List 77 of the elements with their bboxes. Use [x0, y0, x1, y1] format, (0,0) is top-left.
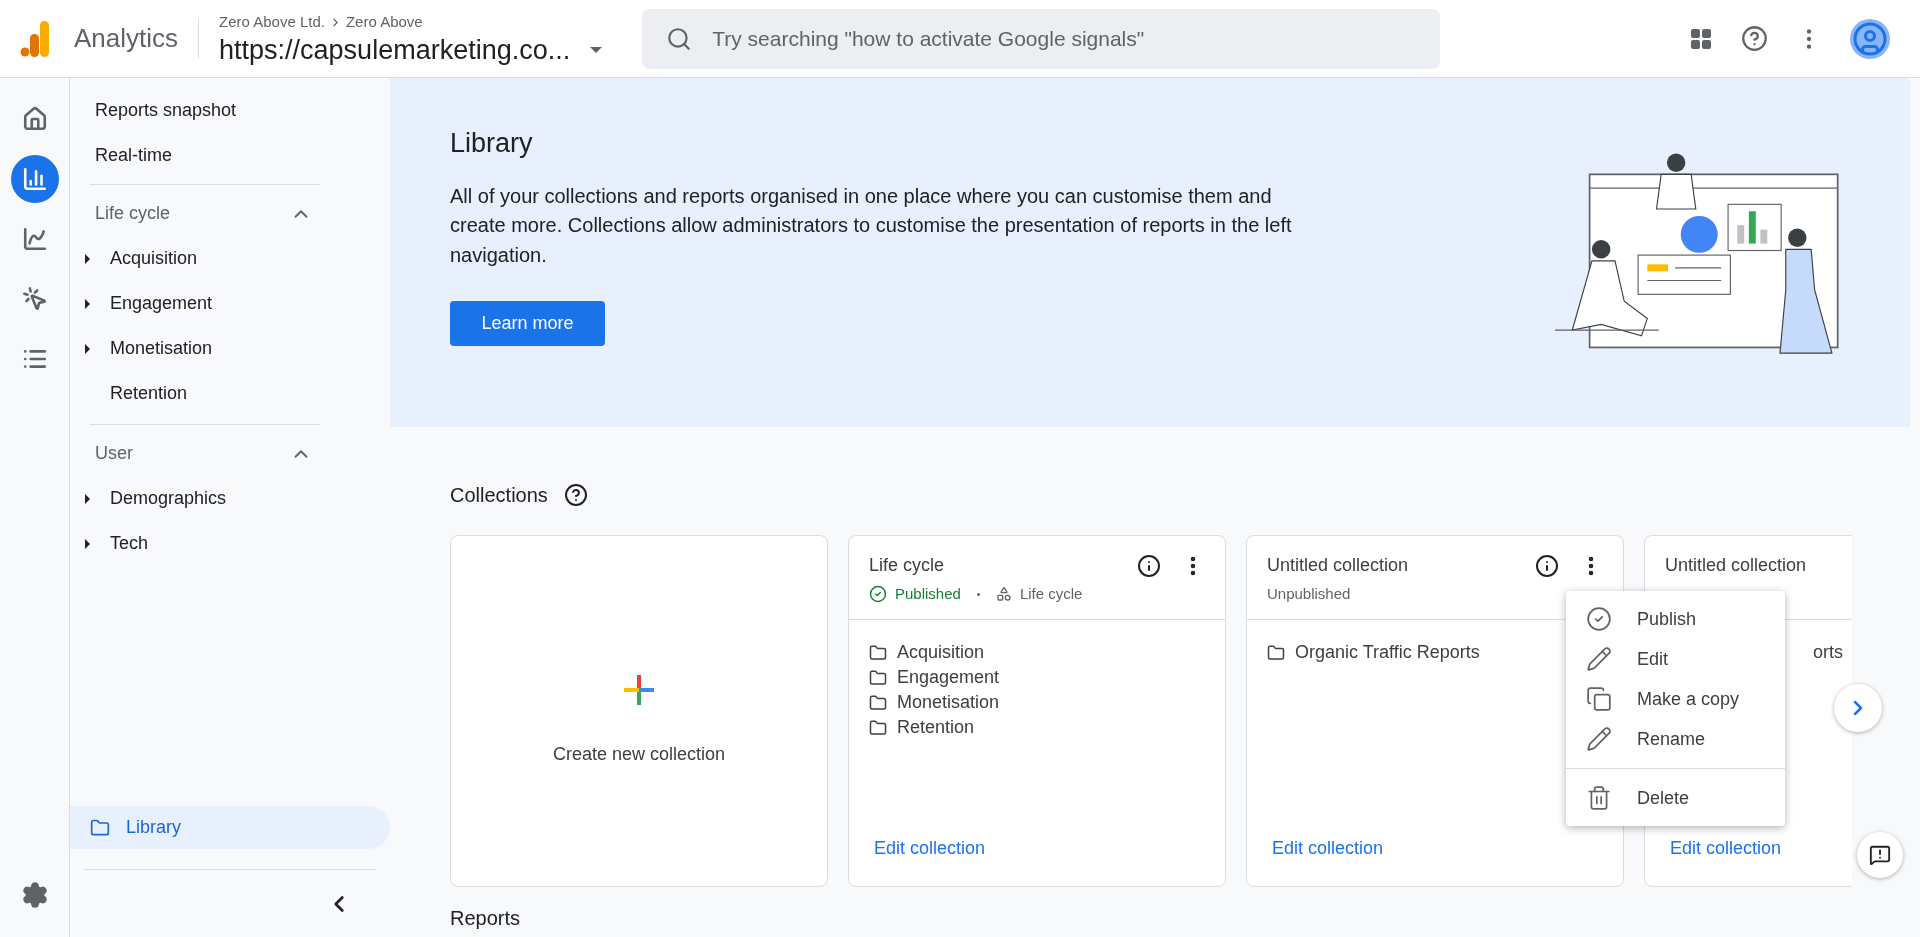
- menu-item[interactable]: Edit: [1566, 639, 1785, 679]
- report-name: Engagement: [897, 666, 1000, 689]
- account-name: Zero Above Ltd.: [219, 12, 325, 33]
- caret-icon: [84, 343, 92, 354]
- sidebar-item[interactable]: Monetisation: [84, 326, 320, 371]
- bar-chart-icon[interactable]: [10, 155, 59, 203]
- property-selector[interactable]: https://capsulemarketing.co...: [219, 33, 603, 66]
- analytics-logo-icon: [20, 20, 50, 57]
- settings-icon[interactable]: [20, 881, 49, 909]
- check-circle-icon: [1586, 606, 1612, 632]
- sidebar-item[interactable]: Engagement: [84, 281, 320, 326]
- section-header[interactable]: Life cycle: [90, 191, 320, 236]
- edit-collection-link[interactable]: Edit collection: [1272, 835, 1384, 862]
- library-nav-item[interactable]: Library: [70, 806, 390, 849]
- status-label: Unpublished: [1267, 584, 1351, 604]
- menu-item[interactable]: Make a copy: [1566, 679, 1785, 719]
- search-bar[interactable]: Try searching "how to activate Google signals": [642, 8, 1441, 69]
- report-name: orts: [1813, 641, 1843, 664]
- plus-icon: [624, 674, 654, 705]
- folder-icon: [1267, 643, 1285, 662]
- caret-icon: [84, 493, 92, 504]
- feedback-icon: [1869, 844, 1891, 866]
- property-name: Zero Above: [345, 12, 423, 33]
- section-title: Reports: [449, 906, 522, 931]
- app-name: Analytics: [74, 22, 179, 55]
- sidebar-item[interactable]: Retention: [84, 371, 320, 416]
- search-icon: [666, 25, 693, 52]
- avatar[interactable]: [1850, 18, 1890, 59]
- menu-item[interactable]: Rename: [1566, 719, 1785, 759]
- info-icon[interactable]: [1535, 554, 1559, 578]
- report-name: Retention: [897, 716, 975, 739]
- folder-icon: [869, 668, 887, 687]
- report-name: Acquisition: [897, 641, 985, 664]
- sidebar-item[interactable]: Real-time: [70, 133, 320, 178]
- sidebar-item[interactable]: Demographics: [84, 476, 320, 521]
- dropdown-caret-icon: [590, 46, 603, 53]
- pencil-icon: [1586, 646, 1612, 672]
- section-title: Collections: [450, 483, 548, 508]
- folder-icon: [869, 643, 887, 662]
- folder-icon: [90, 817, 110, 838]
- copy-icon: [1586, 686, 1612, 712]
- sidebar-item[interactable]: Tech: [84, 521, 320, 566]
- sidebar-item[interactable]: Acquisition: [84, 236, 320, 281]
- help-icon[interactable]: [1741, 25, 1768, 52]
- folder-icon: [869, 693, 887, 712]
- card-title: Untitled collection: [1665, 554, 1807, 577]
- template-icon: [995, 586, 1012, 603]
- dot-separator: [976, 592, 980, 596]
- card-title: Life cycle: [869, 554, 946, 577]
- learn-more-button[interactable]: Learn more: [450, 301, 605, 346]
- user-silhouette-icon: [1852, 20, 1888, 57]
- menu-item[interactable]: Delete: [1566, 778, 1785, 818]
- section-header[interactable]: User: [90, 431, 320, 476]
- card-title: Untitled collection: [1267, 554, 1409, 577]
- menu-item[interactable]: Publish: [1566, 599, 1785, 639]
- search-field[interactable]: Try searching "how to activate Google signals": [712, 22, 1417, 55]
- sidebar-item[interactable]: Reports snapshot: [70, 88, 320, 133]
- check-circle-icon: [869, 585, 887, 604]
- caret-icon: [84, 253, 92, 264]
- report-name: Organic Traffic Reports: [1295, 641, 1480, 664]
- feedback-button[interactable]: [1857, 832, 1903, 878]
- info-icon[interactable]: [1137, 554, 1161, 578]
- folder-icon: [869, 718, 887, 737]
- report-name: Monetisation: [897, 691, 1000, 714]
- banner-title: Library: [450, 127, 534, 160]
- template-label: Life cycle: [1019, 584, 1083, 604]
- edit-collection-link[interactable]: Edit collection: [1670, 835, 1782, 862]
- apps-grid-icon[interactable]: [1689, 26, 1713, 51]
- pencil-icon: [1586, 726, 1612, 752]
- caret-icon: [84, 538, 92, 549]
- trash-icon: [1586, 785, 1612, 811]
- banner-description: All of your collections and reports organised in one place where you can customise them and create more. Collections allow administrators to customise the presentation of reports in the left navigation.: [450, 183, 1293, 268]
- edit-collection-link[interactable]: Edit collection: [874, 835, 986, 862]
- create-collection-card[interactable]: Create new collection: [450, 535, 828, 887]
- status-label: Published: [895, 584, 961, 604]
- caret-icon: [84, 298, 92, 309]
- help-icon[interactable]: [563, 483, 588, 507]
